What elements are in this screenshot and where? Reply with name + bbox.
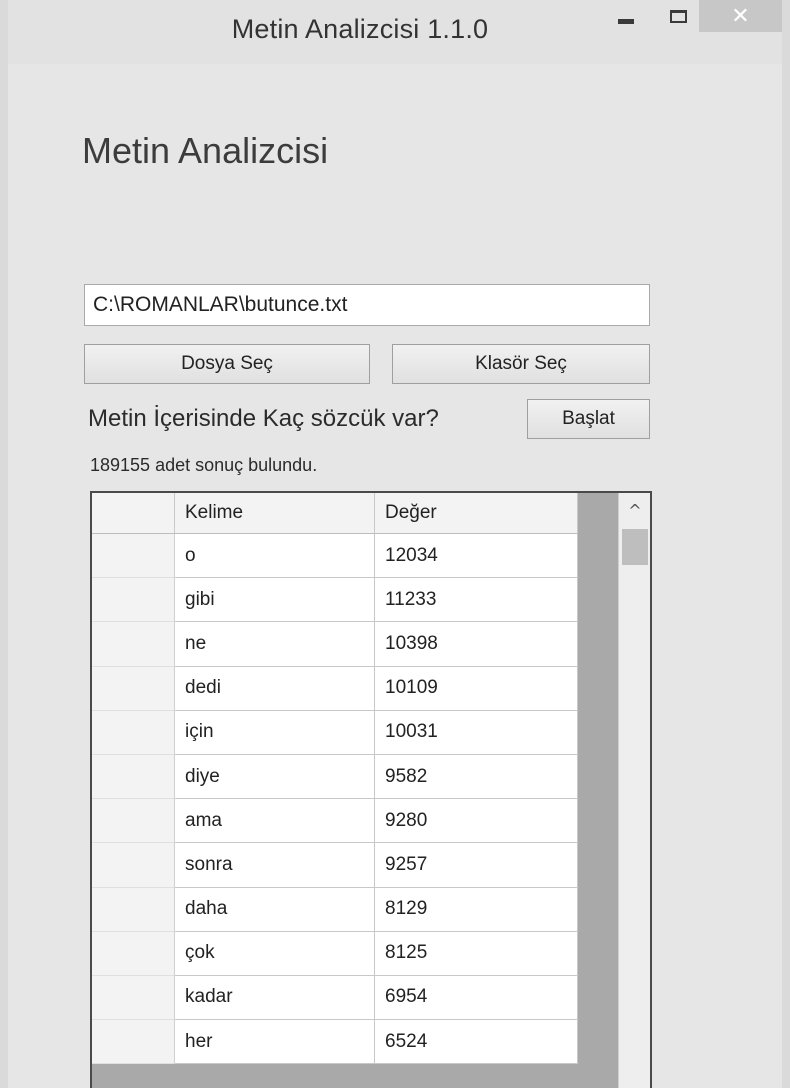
value-cell[interactable]: 8125 <box>375 931 578 976</box>
form-body: Metin Analizcisi Dosya Seç Klasör Seç Me… <box>8 64 782 1088</box>
value-cell[interactable]: 9257 <box>375 843 578 888</box>
title-bar[interactable]: Metin Analizcisi 1.1.0 ✕ <box>8 0 782 64</box>
minimize-icon <box>618 18 634 24</box>
scroll-thumb[interactable] <box>622 529 648 565</box>
value-cell[interactable]: 12034 <box>375 534 578 579</box>
word-cell[interactable]: diye <box>175 754 375 800</box>
value-cell[interactable]: 10109 <box>375 666 578 711</box>
table-row[interactable]: ama 9280 <box>92 799 578 844</box>
results-grid[interactable]: Kelime Değer o 12034 gibi 11233 ne 10398 dedi 1… <box>90 491 652 1088</box>
column-header-word[interactable]: Kelime <box>175 493 375 534</box>
page-title: Metin Analizcisi <box>82 130 329 171</box>
table-row[interactable]: sonra 9257 <box>92 843 578 888</box>
maximize-icon <box>669 9 687 23</box>
table-row[interactable]: ne 10398 <box>92 622 578 667</box>
value-cell[interactable]: 10031 <box>375 710 578 755</box>
select-file-button[interactable]: Dosya Seç <box>84 344 370 384</box>
row-header[interactable] <box>92 931 175 976</box>
app-window: Metin Analizcisi 1.1.0 ✕ Metin Analizcis… <box>0 0 790 1088</box>
row-header[interactable] <box>92 578 175 623</box>
table-row[interactable]: her 6524 <box>92 1020 578 1065</box>
table-row[interactable]: kadar 6954 <box>92 975 578 1021</box>
word-cell[interactable]: ama <box>175 799 375 844</box>
word-cell[interactable]: dedi <box>175 666 375 711</box>
word-count-question: Metin İçerisinde Kaç sözcük var? <box>88 405 439 432</box>
word-cell[interactable]: daha <box>175 887 375 932</box>
grid-rows: o 12034 gibi 11233 ne 10398 dedi 10109 için 10031… <box>92 534 578 1065</box>
select-folder-button[interactable]: Klasör Seç <box>392 344 650 384</box>
value-cell[interactable]: 9280 <box>375 799 578 844</box>
word-cell[interactable]: sonra <box>175 843 375 888</box>
column-header-value[interactable]: Değer <box>375 493 578 534</box>
scroll-up-icon[interactable]: ^ <box>619 493 650 527</box>
value-cell[interactable]: 10398 <box>375 622 578 667</box>
word-cell[interactable]: gibi <box>175 578 375 623</box>
minimize-button[interactable] <box>606 0 646 32</box>
word-cell[interactable]: her <box>175 1020 375 1065</box>
table-row[interactable]: dedi 10109 <box>92 666 578 711</box>
row-header[interactable] <box>92 710 175 755</box>
word-cell[interactable]: kadar <box>175 975 375 1021</box>
value-cell[interactable]: 6954 <box>375 975 578 1021</box>
result-count: 189155 adet sonuç bulundu. <box>90 455 318 475</box>
table-row[interactable]: için 10031 <box>92 710 578 755</box>
row-header[interactable] <box>92 887 175 932</box>
close-button[interactable]: ✕ <box>699 0 782 32</box>
word-cell[interactable]: için <box>175 710 375 755</box>
vertical-scrollbar[interactable]: ^ <box>618 493 650 1088</box>
table-row[interactable]: daha 8129 <box>92 887 578 932</box>
value-cell[interactable]: 8129 <box>375 887 578 932</box>
row-header[interactable] <box>92 754 175 800</box>
start-button[interactable]: Başlat <box>527 399 650 439</box>
row-header[interactable] <box>92 799 175 844</box>
word-cell[interactable]: o <box>175 534 375 579</box>
word-cell[interactable]: ne <box>175 622 375 667</box>
grid-header: Kelime Değer <box>92 493 578 534</box>
row-header[interactable] <box>92 1020 175 1065</box>
table-row[interactable]: gibi 11233 <box>92 578 578 623</box>
row-header[interactable] <box>92 534 175 579</box>
row-header[interactable] <box>92 843 175 888</box>
row-header[interactable] <box>92 622 175 667</box>
table-row[interactable]: o 12034 <box>92 534 578 579</box>
table-row[interactable]: çok 8125 <box>92 931 578 976</box>
value-cell[interactable]: 11233 <box>375 578 578 623</box>
value-cell[interactable]: 9582 <box>375 754 578 800</box>
row-header[interactable] <box>92 975 175 1021</box>
row-header-corner[interactable] <box>92 493 175 534</box>
table-row[interactable]: diye 9582 <box>92 754 578 800</box>
word-cell[interactable]: çok <box>175 931 375 976</box>
close-icon: ✕ <box>731 3 750 29</box>
row-header[interactable] <box>92 666 175 711</box>
file-path-input[interactable] <box>84 284 650 326</box>
value-cell[interactable]: 6524 <box>375 1020 578 1065</box>
maximize-button[interactable] <box>658 0 698 32</box>
